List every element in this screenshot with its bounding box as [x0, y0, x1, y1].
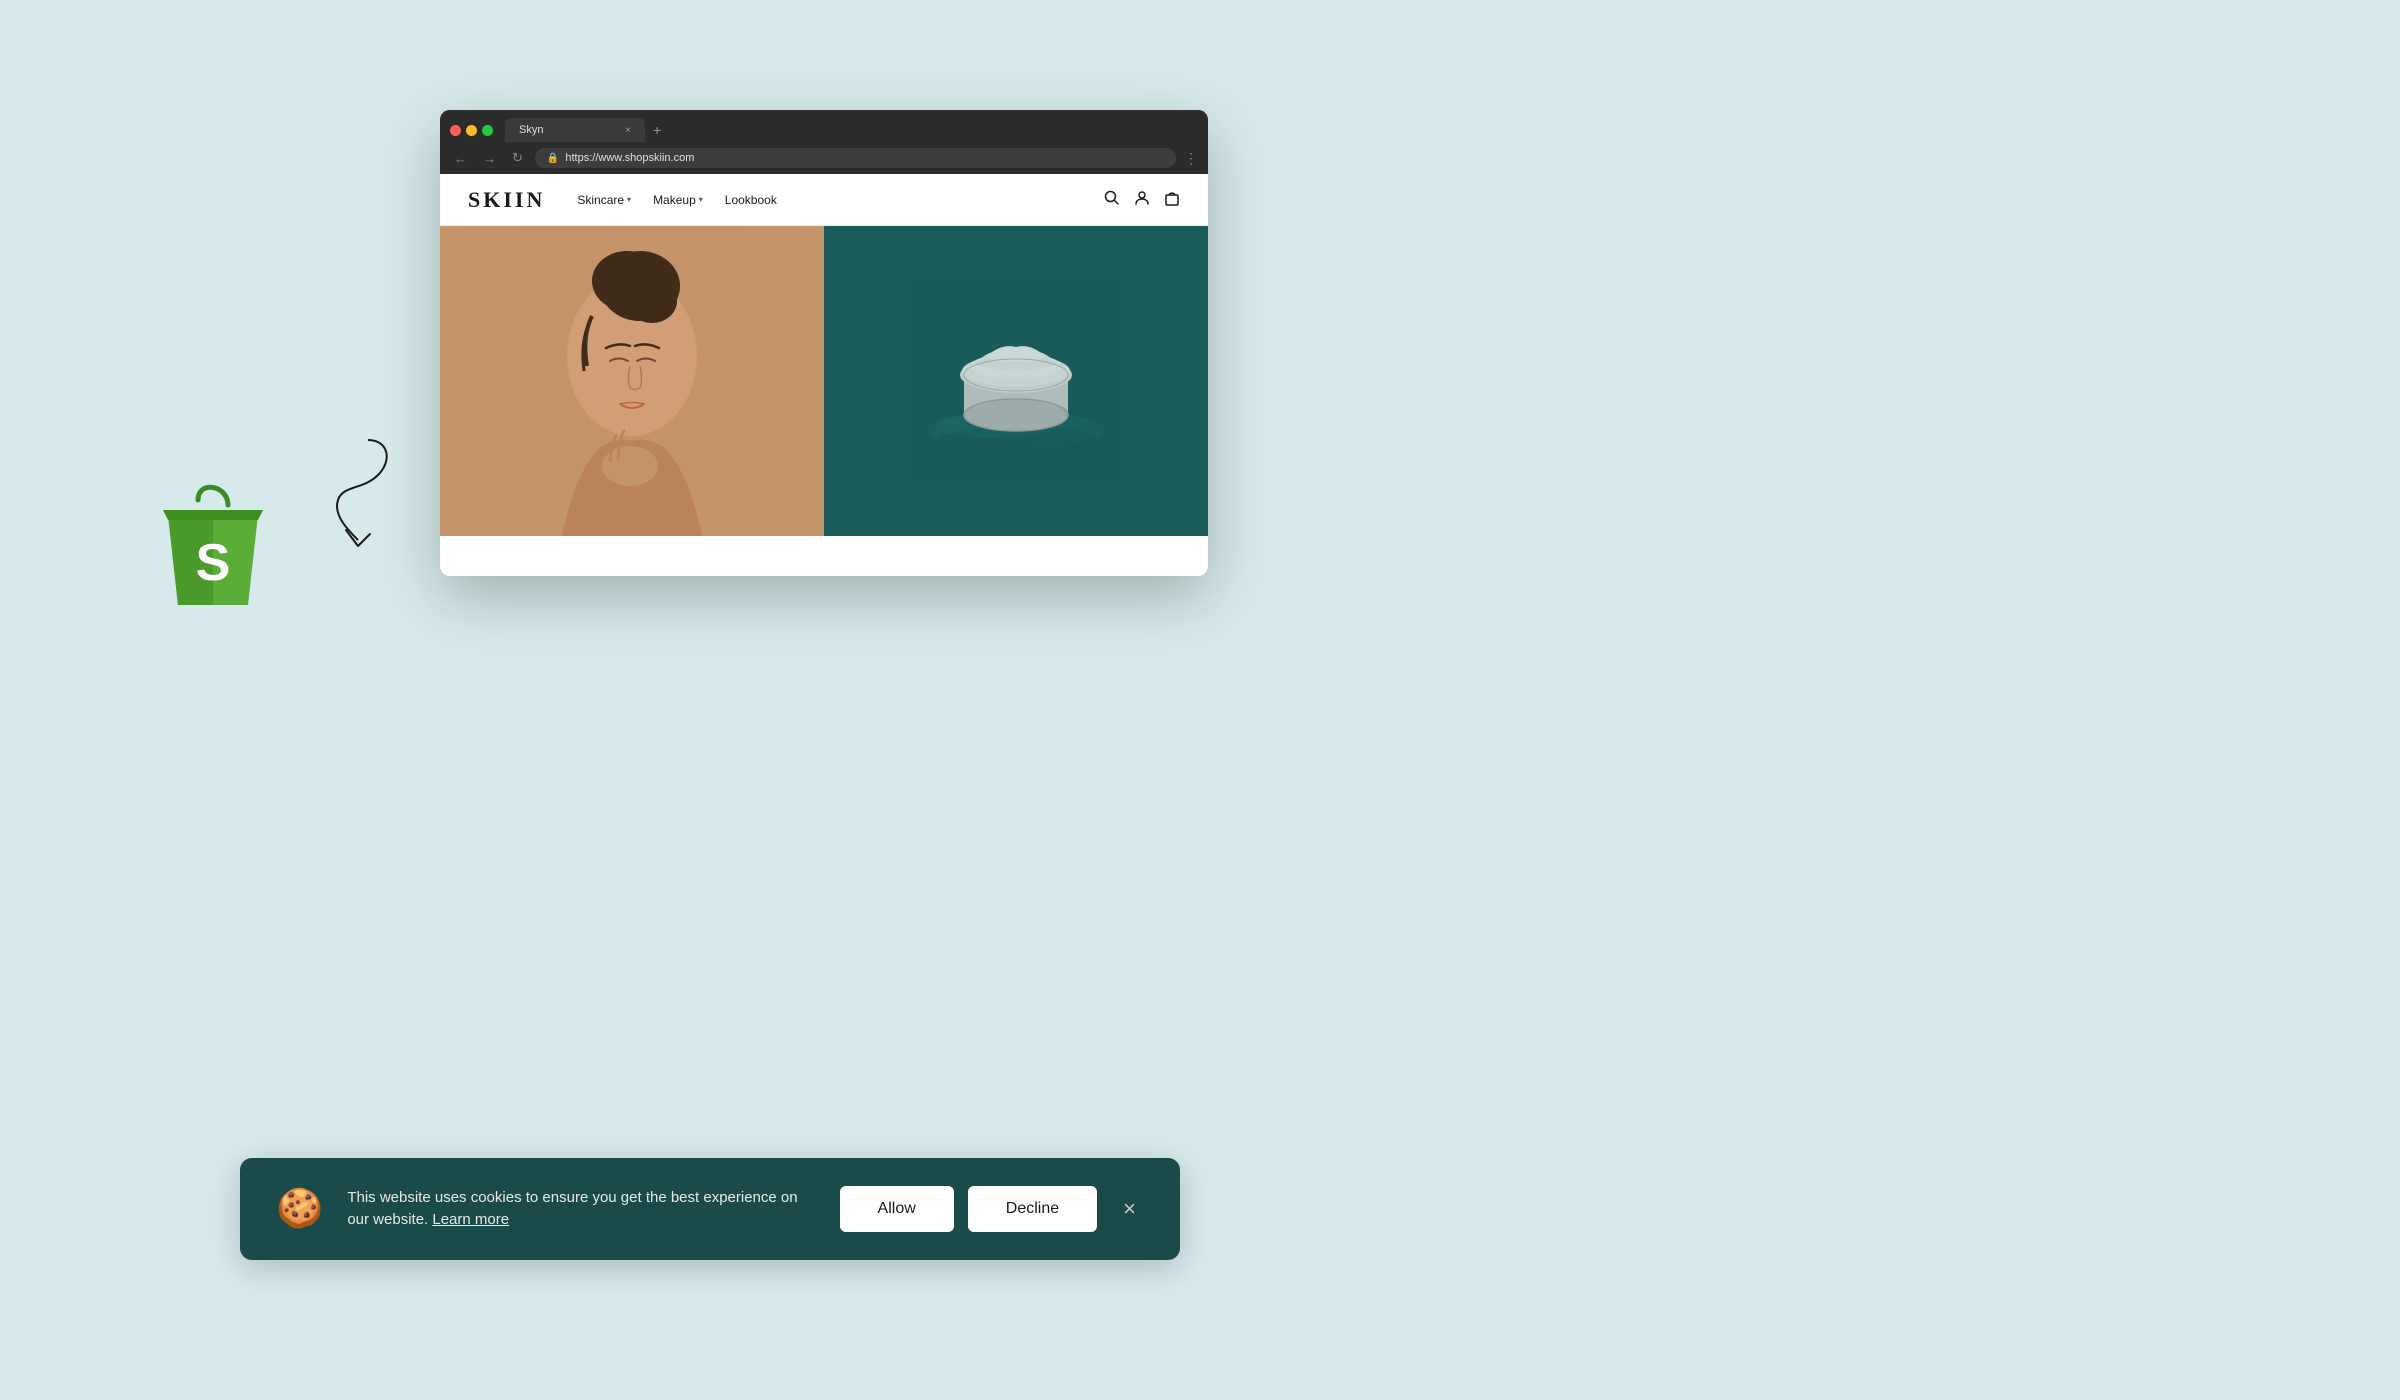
browser-tab-active[interactable]: Skyn ×	[505, 118, 645, 142]
skincare-chevron: ▾	[627, 195, 631, 204]
search-icon[interactable]	[1104, 190, 1120, 210]
cookie-text: This website uses cookies to ensure you …	[347, 1187, 815, 1232]
decorative-arrow	[308, 430, 398, 570]
nav-skincare[interactable]: Skincare ▾	[577, 193, 631, 207]
browser-window: Skyn × + ← → ↻ 🔒 https://www.shopskiin.c…	[440, 110, 1208, 576]
close-button[interactable]: ×	[1115, 1192, 1144, 1226]
header-icons	[1104, 190, 1180, 210]
new-tab-button[interactable]: +	[653, 122, 661, 138]
refresh-button[interactable]: ↻	[508, 148, 527, 168]
nav-makeup[interactable]: Makeup ▾	[653, 193, 703, 207]
url-text: https://www.shopskiin.com	[565, 152, 694, 164]
traffic-light-green[interactable]	[482, 125, 493, 136]
tab-title: Skyn	[519, 124, 617, 136]
cookie-actions: Allow Decline ×	[840, 1186, 1144, 1232]
hero-bottom	[440, 536, 1208, 576]
allow-button[interactable]: Allow	[840, 1186, 954, 1232]
browser-menu-button[interactable]: ⋮	[1184, 150, 1198, 167]
cookie-banner: 🍪 This website uses cookies to ensure yo…	[240, 1158, 1180, 1260]
browser-chrome: Skyn × + ← → ↻ 🔒 https://www.shopskiin.c…	[440, 110, 1208, 174]
hero-left	[440, 226, 824, 536]
traffic-light-red[interactable]	[450, 125, 461, 136]
hero-container	[440, 226, 1208, 536]
tab-close-button[interactable]: ×	[625, 125, 631, 136]
svg-text:S: S	[196, 534, 231, 592]
back-button[interactable]: ←	[450, 149, 471, 168]
jar-illustration	[916, 281, 1116, 481]
decline-button[interactable]: Decline	[968, 1186, 1097, 1232]
traffic-light-yellow[interactable]	[466, 125, 477, 136]
site-header: SKIIN Skincare ▾ Makeup ▾ Lookbook	[440, 174, 1208, 226]
forward-button[interactable]: →	[479, 149, 500, 168]
traffic-lights	[450, 125, 493, 136]
site-nav: Skincare ▾ Makeup ▾ Lookbook	[577, 193, 1104, 207]
browser-address-bar: ← → ↻ 🔒 https://www.shopskiin.com ⋮	[440, 142, 1208, 174]
cookie-icon: 🍪	[276, 1187, 323, 1231]
person-illustration	[522, 226, 742, 536]
nav-lookbook[interactable]: Lookbook	[725, 193, 777, 207]
website-content: SKIIN Skincare ▾ Makeup ▾ Lookbook	[440, 174, 1208, 576]
address-field[interactable]: 🔒 https://www.shopskiin.com	[535, 148, 1176, 168]
lock-icon: 🔒	[547, 153, 559, 164]
learn-more-link[interactable]: Learn more	[432, 1211, 509, 1228]
makeup-chevron: ▾	[699, 195, 703, 204]
hero-right	[824, 226, 1208, 536]
cart-icon[interactable]	[1164, 190, 1180, 210]
site-logo: SKIIN	[468, 187, 545, 213]
shopify-logo: S	[148, 470, 278, 620]
account-icon[interactable]	[1134, 190, 1150, 210]
browser-tab-bar: Skyn × +	[440, 110, 1208, 142]
